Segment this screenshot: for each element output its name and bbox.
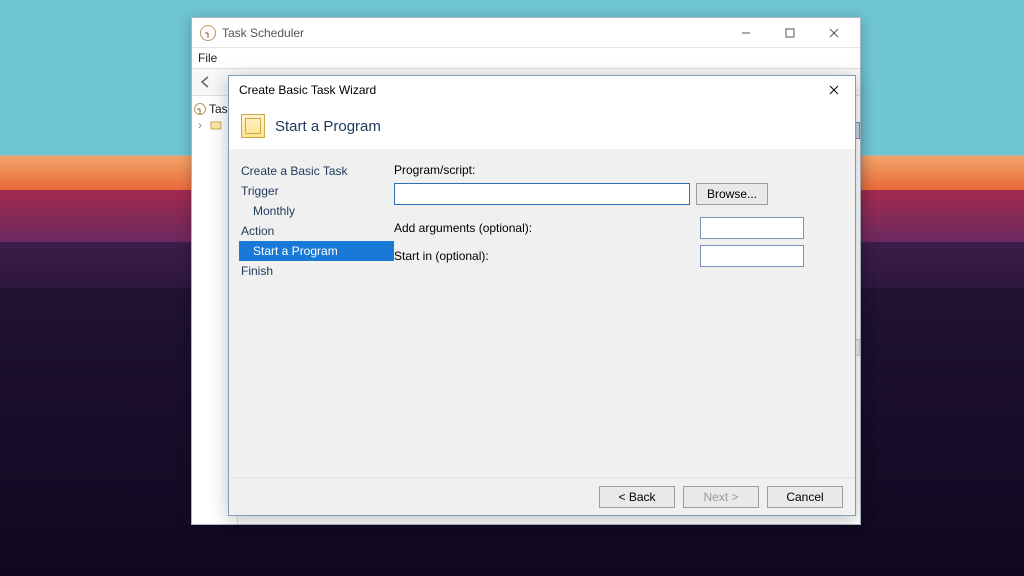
arrow-left-icon — [199, 75, 213, 89]
add-arguments-label: Add arguments (optional): — [394, 221, 532, 235]
start-in-label: Start in (optional): — [394, 249, 489, 263]
minimize-icon — [741, 28, 751, 38]
back-button[interactable]: < Back — [599, 486, 675, 508]
desktop-wallpaper: Task Scheduler File — [0, 0, 1024, 576]
browse-button[interactable]: Browse... — [696, 183, 768, 205]
close-icon — [829, 28, 839, 38]
wizard-heading: Start a Program — [275, 118, 381, 135]
close-icon — [829, 85, 839, 95]
program-script-label: Program/script: — [394, 163, 843, 177]
wizard-content: Program/script: Browse... Add arguments … — [394, 149, 855, 477]
maximize-icon — [785, 28, 795, 38]
add-arguments-input[interactable] — [700, 217, 804, 239]
wizard-body: Create a Basic Task Trigger Monthly Acti… — [229, 148, 855, 477]
program-script-row: Browse... — [394, 183, 843, 205]
cancel-button[interactable]: Cancel — [767, 486, 843, 508]
wizard-footer: < Back Next > Cancel — [229, 477, 855, 515]
wizard-header: Start a Program — [229, 104, 855, 148]
step-action-start-program[interactable]: Start a Program — [239, 241, 394, 261]
start-in-input[interactable] — [700, 245, 804, 267]
wizard-title: Create Basic Task Wizard — [239, 83, 376, 97]
step-trigger[interactable]: Trigger — [239, 181, 390, 201]
menu-file[interactable]: File — [198, 51, 217, 65]
nav-back-button[interactable] — [192, 70, 220, 94]
folder-icon — [210, 119, 222, 131]
minimize-button[interactable] — [724, 19, 768, 47]
task-scheduler-title: Task Scheduler — [222, 26, 304, 40]
task-scheduler-titlebar[interactable]: Task Scheduler — [192, 18, 860, 48]
clock-icon — [194, 103, 206, 115]
step-action[interactable]: Action — [239, 221, 390, 241]
create-basic-task-wizard: Create Basic Task Wizard Start a Program… — [228, 75, 856, 516]
next-button[interactable]: Next > — [683, 486, 759, 508]
wizard-titlebar[interactable]: Create Basic Task Wizard — [229, 76, 855, 104]
wizard-header-icon — [241, 114, 265, 138]
window-controls — [724, 19, 856, 47]
program-script-input[interactable] — [394, 183, 690, 205]
maximize-button[interactable] — [768, 19, 812, 47]
menubar: File — [192, 48, 860, 68]
step-finish[interactable]: Finish — [239, 261, 390, 281]
clock-icon — [200, 25, 216, 41]
close-button[interactable] — [812, 19, 856, 47]
chevron-right-icon: › — [198, 118, 207, 132]
wizard-close-button[interactable] — [813, 76, 855, 104]
step-trigger-monthly[interactable]: Monthly — [239, 201, 390, 221]
wizard-sidebar: Create a Basic Task Trigger Monthly Acti… — [229, 149, 394, 477]
step-create-basic-task[interactable]: Create a Basic Task — [239, 161, 390, 181]
